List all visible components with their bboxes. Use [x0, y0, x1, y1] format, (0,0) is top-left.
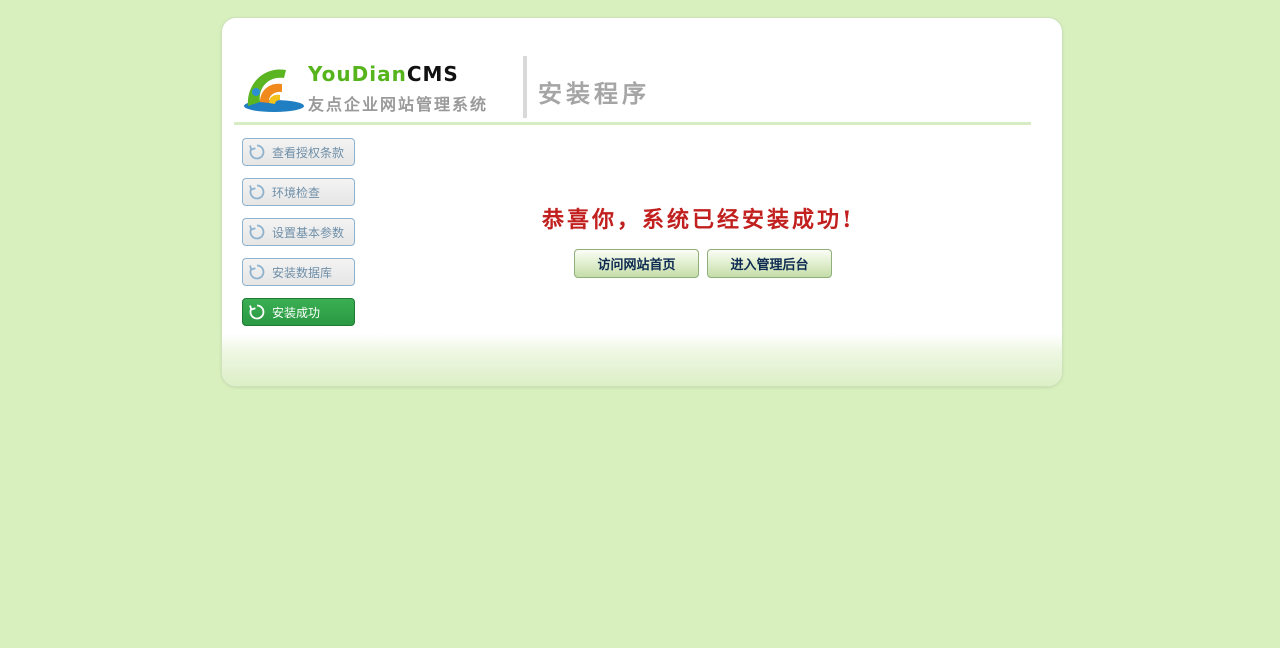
- step-label: 安装成功: [272, 305, 321, 320]
- page-title: 安装程序: [538, 80, 650, 108]
- step-label: 设置基本参数: [272, 225, 345, 240]
- logo-subtitle: 友点企业网站管理系统: [308, 95, 489, 114]
- logo-swirl-icon: [244, 69, 304, 112]
- title-divider: [523, 56, 527, 118]
- step-license-terms[interactable]: 查看授权条款: [242, 138, 355, 166]
- header-divider: [234, 122, 1031, 125]
- step-label: 环境检查: [272, 185, 321, 200]
- refresh-icon: [249, 224, 265, 240]
- panel-footer: [222, 334, 1062, 386]
- step-install-database[interactable]: 安装数据库: [242, 258, 355, 286]
- youdian-cms-logo: YouDianCMS 友点企业网站管理系统: [242, 62, 507, 114]
- install-success-message: 恭喜你，系统已经安装成功!: [542, 207, 855, 233]
- step-basic-settings[interactable]: 设置基本参数: [242, 218, 355, 246]
- logo-word-black: CMS: [406, 62, 459, 86]
- refresh-icon: [249, 144, 265, 160]
- install-panel: YouDianCMS 友点企业网站管理系统 安装程序 查看授权条款 环境检查 设…: [222, 18, 1062, 386]
- refresh-icon: [249, 264, 265, 280]
- refresh-icon: [249, 184, 265, 200]
- logo-wordmark: YouDianCMS: [308, 62, 459, 86]
- install-steps-nav: 查看授权条款 环境检查 设置基本参数 安装数据库 安装成功: [242, 138, 358, 338]
- visit-homepage-button[interactable]: 访问网站首页: [574, 249, 699, 278]
- step-label: 安装数据库: [272, 265, 333, 280]
- step-label: 查看授权条款: [272, 145, 345, 160]
- enter-admin-button[interactable]: 进入管理后台: [707, 249, 832, 278]
- step-install-success[interactable]: 安装成功: [242, 298, 355, 326]
- logo-word-green: YouDian: [308, 62, 407, 86]
- refresh-icon: [249, 304, 265, 320]
- step-environment-check[interactable]: 环境检查: [242, 178, 355, 206]
